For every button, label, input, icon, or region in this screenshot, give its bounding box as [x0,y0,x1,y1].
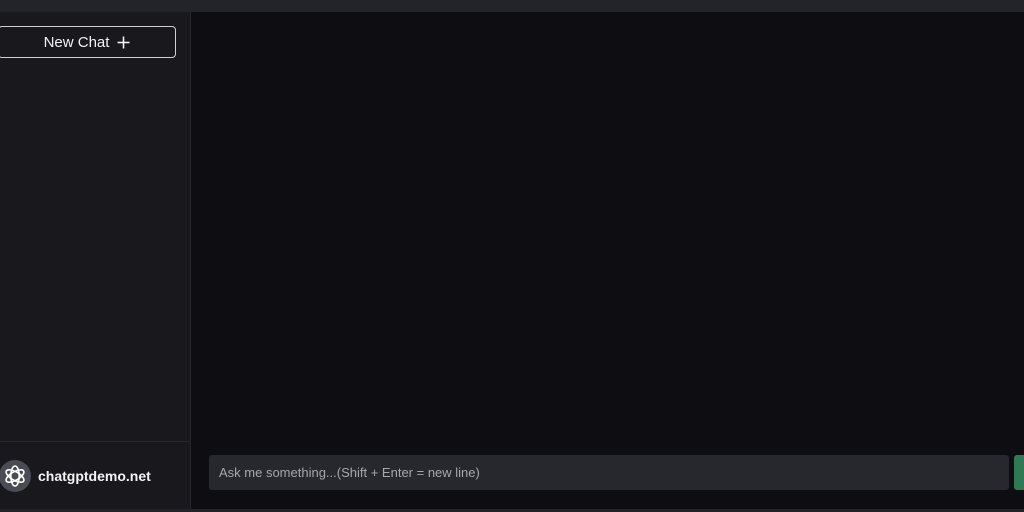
message-input[interactable] [209,455,1009,490]
send-button[interactable] [1014,455,1024,490]
openai-logo-icon [0,459,31,492]
plus-icon [117,36,130,49]
new-chat-label: New Chat [43,33,110,51]
brand-name: chatgptdemo.net [38,467,151,484]
top-bar [0,0,1024,12]
sidebar: New Chat chatgptdemo.net [0,12,191,509]
sidebar-footer: chatgptdemo.net [0,441,190,509]
chat-area [191,12,1024,509]
new-chat-button[interactable]: New Chat [0,26,176,58]
